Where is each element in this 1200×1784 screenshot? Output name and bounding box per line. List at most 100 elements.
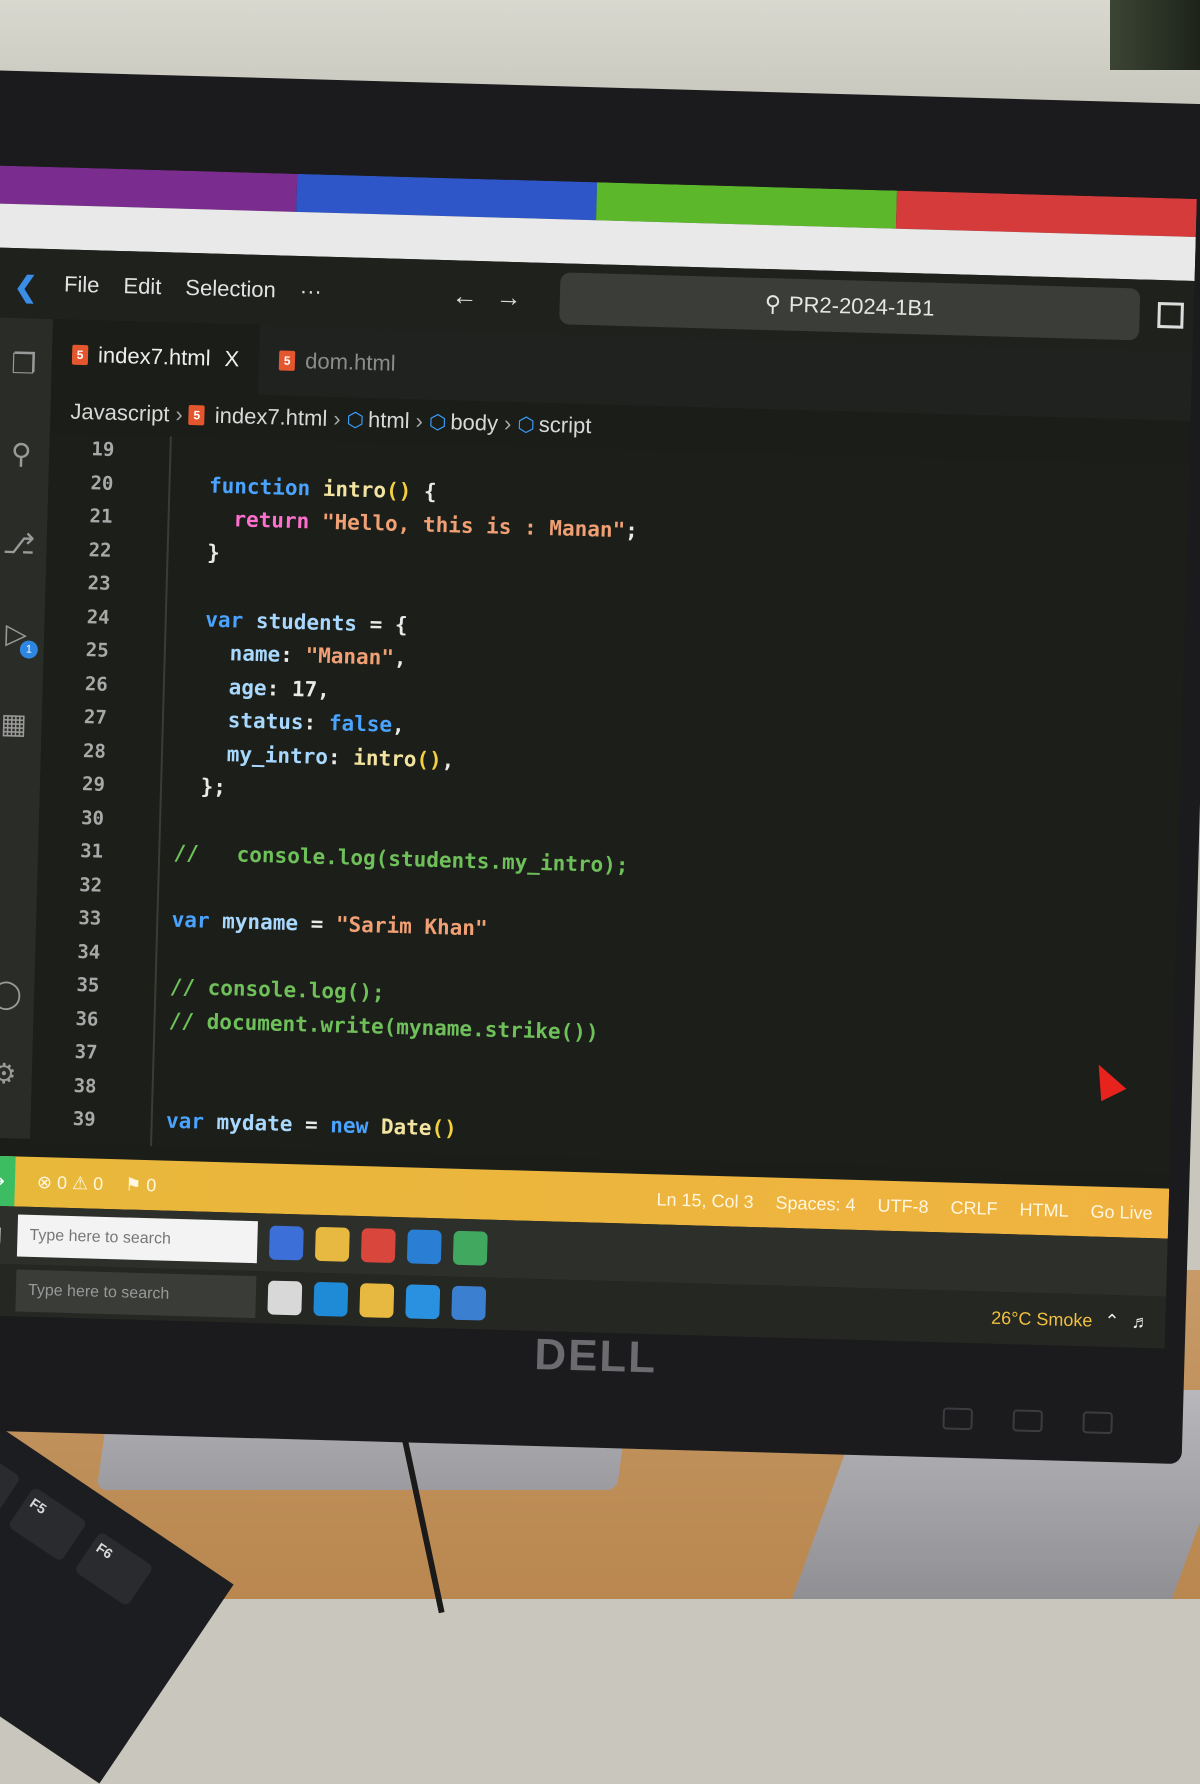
taskbar-search-placeholder: Type here to search [29,1226,172,1248]
line-number: 26 [84,672,109,696]
html5-icon: 5 [188,404,206,426]
monitor-button[interactable] [1012,1409,1043,1433]
search-icon[interactable]: ⚲ [5,438,38,471]
edge-icon[interactable] [313,1281,349,1317]
symbol-cube-icon: ⬡ [346,408,365,432]
speaker-icon[interactable]: ♬ [1131,1311,1150,1332]
line-number: 20 [90,471,114,495]
key-f4[interactable]: F4 [0,1441,22,1518]
taskbar-search-input[interactable]: Type here to search [15,1269,257,1319]
code-line[interactable]: var myname = "Sarim Khan" [146,907,1146,959]
taskbar-search-placeholder: Type here to search [27,1281,170,1303]
line-number: 31 [79,840,104,863]
line-number: 23 [87,572,111,595]
tab-label: dom.html [304,348,397,376]
menu-edit[interactable]: Edit [123,273,162,300]
task-view-icon[interactable] [267,1280,303,1316]
line-number-gutter: 19 20 21 22 23 24 25 26 27 28 29 30 31 32 33 34 35 36 37 38… [30,433,146,1146]
account-icon[interactable]: ◯ [0,978,23,1011]
symbol-cube-icon: ⬡ [428,411,447,434]
mail-icon[interactable] [405,1284,441,1320]
source-control-icon[interactable]: ⎇ [2,528,35,561]
task-view-icon[interactable] [268,1225,304,1261]
encoding[interactable]: UTF-8 [877,1195,929,1217]
code-line[interactable]: var mydate = new Date() [140,1108,1140,1160]
settings-gear-icon[interactable]: ⚙ [0,1058,20,1091]
line-number: 25 [85,639,110,662]
key-f5[interactable]: F5 [7,1486,88,1562]
indentation[interactable]: Spaces: 4 [775,1192,856,1215]
code-line[interactable] [160,438,1160,466]
cursor-position[interactable]: Ln 15, Col 3 [656,1189,754,1213]
mouse-pointer-icon [1086,1058,1127,1102]
line-number: 19 [91,438,115,461]
line-number: 30 [80,806,105,830]
line-number: 21 [89,505,113,528]
explorer-icon[interactable]: ❐ [7,348,40,381]
chrome-icon[interactable] [452,1230,488,1266]
language-mode[interactable]: HTML [1019,1199,1069,1221]
monitor-button[interactable] [942,1407,974,1431]
store-icon[interactable] [451,1285,487,1321]
problems-indicator[interactable]: ⊗ 0 ⚠ 0 [37,1172,104,1195]
vscode-taskbar-icon[interactable] [406,1229,442,1265]
line-number: 22 [88,538,112,562]
code-editor[interactable]: 19 20 21 22 23 24 25 26 27 28 29 30 31 32 33 34 35 36 37 38… [30,433,1190,1175]
line-number: 32 [78,873,103,897]
key-f6[interactable]: F6 [73,1531,154,1607]
line-number: 33 [78,907,102,930]
chrome-icon[interactable] [360,1228,396,1264]
line-ending[interactable]: CRLF [950,1197,998,1219]
breadcrumb-folder[interactable]: Javascript [70,399,170,428]
windows-start-icon[interactable]: ⊞ [0,1275,16,1305]
file-explorer-icon[interactable] [314,1226,350,1262]
extensions-icon[interactable]: ▦ [0,708,30,741]
breadcrumb-html[interactable]: html [368,407,410,434]
search-icon: ⚲ [764,291,782,317]
code-area[interactable]: function intro() { return "Hello, this i… [50,433,1190,1141]
system-tray: 26°C Smoke ⌃ ♬ [991,1307,1150,1332]
remote-icon[interactable]: ⟷ [0,1155,16,1207]
chevron-right-icon: › [415,408,424,434]
go-live-button[interactable]: Go Live [1090,1201,1153,1224]
vscode-logo-icon: ❮ [13,271,38,303]
notification-badge: 1 [19,640,39,659]
monitor: ❮ File Edit Selection ··· ←→ ⚲ PR2-2024-… [0,70,1200,1465]
tab-dom-html[interactable]: 5 dom.html [258,325,416,399]
html5-icon: 5 [278,350,296,371]
line-number: 38 [73,1074,97,1098]
breadcrumb-body[interactable]: body [450,409,498,436]
arrow-right-icon[interactable]: → [495,281,540,312]
command-center-search[interactable]: ⚲ PR2-2024-1B1 [559,272,1141,341]
line-number: 24 [86,605,110,629]
symbol-cube-icon: ⬡ [517,413,536,437]
ports-indicator[interactable]: ⚑ 0 [125,1174,157,1196]
dell-logo: DELL [533,1329,658,1383]
line-number: 37 [74,1041,98,1064]
layout-toggle-icon[interactable] [1157,301,1184,329]
close-icon[interactable]: X [224,346,239,372]
monitor-button[interactable] [1082,1411,1113,1435]
tab-index7-html[interactable]: 5 index7.html X [51,319,261,395]
line-number: 28 [82,739,107,763]
breadcrumb-file[interactable]: index7.html [214,403,327,432]
line-number: 39 [72,1108,96,1131]
code-line[interactable]: // console.log(students.my_intro); [148,840,1148,892]
html5-icon: 5 [71,344,89,366]
chevron-right-icon: › [332,406,341,432]
file-explorer-icon[interactable] [359,1283,395,1319]
code-line[interactable] [142,1074,1142,1102]
menu-selection[interactable]: Selection [185,275,276,304]
nav-arrows: ←→ [451,280,540,313]
status-right-group: Ln 15, Col 3 Spaces: 4 UTF-8 CRLF HTML G… [634,1188,1169,1224]
windows-start-icon[interactable]: ⊞ [0,1220,18,1250]
chevron-up-icon[interactable]: ⌃ [1104,1310,1120,1331]
line-number: 35 [76,974,100,997]
breadcrumb-script[interactable]: script [539,412,592,439]
arrow-left-icon[interactable]: ← [451,280,496,311]
menu-more[interactable]: ··· [299,278,323,305]
weather-widget[interactable]: 26°C Smoke [991,1307,1093,1331]
menu-file[interactable]: File [64,271,100,298]
background-object [1110,0,1200,70]
taskbar-search-input[interactable]: Type here to search [16,1214,258,1264]
